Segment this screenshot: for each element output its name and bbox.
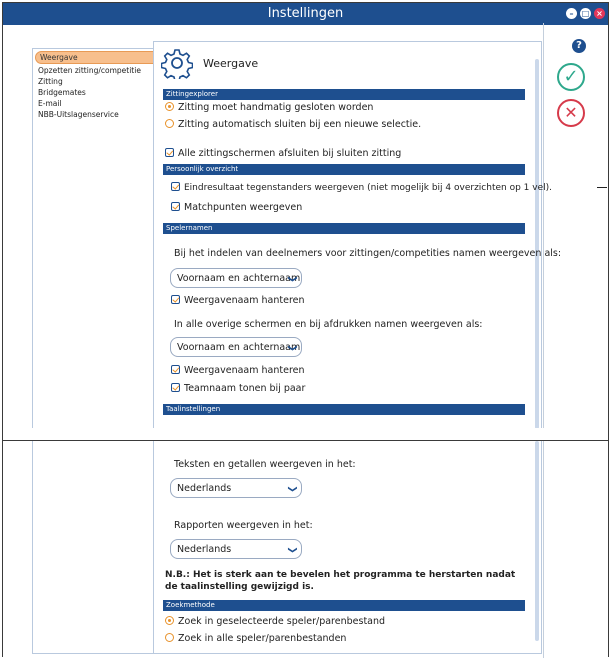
section-header-zoekmethode: Zoekmethode bbox=[163, 600, 525, 611]
checkbox-label: Teamnaam tonen bij paar bbox=[184, 383, 306, 394]
edge-line bbox=[597, 187, 607, 188]
section-header-spelernamen: Spelernamen bbox=[163, 223, 525, 234]
maximize-icon[interactable]: □ bbox=[580, 8, 591, 19]
checkbox-label: Matchpunten weergeven bbox=[184, 202, 303, 213]
radio-zitting-handmatig[interactable]: Zitting moet handmatig gesloten worden bbox=[165, 102, 373, 114]
radio-label: Zoek in alle speler/parenbestanden bbox=[178, 633, 347, 644]
checkbox-checked-icon bbox=[165, 148, 174, 157]
radio-selected-icon bbox=[165, 616, 174, 625]
teksten-label: Teksten en getallen weergeven in het: bbox=[174, 459, 356, 470]
sidebar-item-weergave[interactable]: Weergave bbox=[35, 51, 167, 64]
sidebar-item-nbb[interactable]: NBB-Uitslagenservice bbox=[33, 109, 169, 120]
section-header-taal: Taalinstellingen bbox=[163, 404, 525, 415]
radio-empty-icon bbox=[165, 633, 174, 642]
checkbox-alle-zittingschermen[interactable]: Alle zittingschermen afsluiten bij sluit… bbox=[165, 148, 401, 160]
sidebar-item-bridgemates[interactable]: Bridgemates bbox=[33, 87, 169, 98]
settings-sidebar: Weergave Opzetten zitting/competitie Zit… bbox=[32, 48, 170, 428]
select-naam-indelen[interactable]: Voornaam en achternaam ❯ bbox=[170, 268, 302, 288]
checkbox-eindresultaat[interactable]: Eindresultaat tegenstanders weergeven (n… bbox=[171, 182, 552, 194]
content-scrollbar-continued[interactable] bbox=[535, 441, 539, 641]
checkbox-matchpunten[interactable]: Matchpunten weergeven bbox=[171, 202, 302, 214]
select-naam-overige[interactable]: Voornaam en achternaam ❯ bbox=[170, 337, 302, 357]
radio-selected-icon bbox=[165, 102, 174, 111]
rapporten-label: Rapporten weergeven in het: bbox=[174, 520, 313, 531]
screenshot-gap bbox=[3, 428, 608, 440]
checkbox-label: Alle zittingschermen afsluiten bij sluit… bbox=[178, 148, 402, 159]
chevron-down-icon: ❯ bbox=[287, 546, 298, 554]
ok-button[interactable]: ✓ bbox=[557, 63, 585, 91]
section-header-zittingexplorer: Zittingexplorer bbox=[163, 89, 525, 100]
cancel-button[interactable]: ✕ bbox=[557, 99, 585, 127]
sidebar-item-opzetten[interactable]: Opzetten zitting/competitie bbox=[33, 65, 169, 76]
checkbox-label: Weergavenaam hanteren bbox=[184, 295, 305, 306]
select-taal-rapporten[interactable]: Nederlands ❯ bbox=[170, 539, 302, 559]
section-header-persoonlijk: Persoonlijk overzicht bbox=[163, 164, 525, 175]
checkbox-checked-icon bbox=[171, 182, 180, 191]
radio-zitting-automatisch[interactable]: Zitting automatisch sluiten bij een nieu… bbox=[165, 119, 421, 131]
title-bar: Instellingen – □ × bbox=[3, 3, 608, 25]
restart-note: N.B.: Het is sterk aan te bevelen het pr… bbox=[165, 570, 516, 592]
spelernamen-intro-2: In alle overige schermen en bij afdrukke… bbox=[174, 319, 483, 330]
select-value: Nederlands bbox=[177, 483, 232, 494]
checkbox-checked-icon bbox=[171, 295, 180, 304]
settings-sidebar-continued bbox=[32, 441, 170, 654]
content-scrollbar[interactable] bbox=[535, 59, 539, 428]
radio-label: Zitting automatisch sluiten bij een nieu… bbox=[178, 119, 422, 130]
chevron-down-icon: ❯ bbox=[287, 275, 298, 283]
radio-label: Zoek in geselecteerde speler/parenbestan… bbox=[178, 616, 386, 627]
checkbox-weergavenaam-2[interactable]: Weergavenaam hanteren bbox=[171, 365, 305, 377]
spelernamen-intro-1: Bij het indelen van deelnemers voor zitt… bbox=[174, 248, 562, 259]
chevron-down-icon: ❯ bbox=[287, 485, 298, 493]
checkbox-label: Weergavenaam hanteren bbox=[184, 365, 305, 376]
chevron-down-icon: ❯ bbox=[287, 344, 298, 352]
sidebar-item-email[interactable]: E-mail bbox=[33, 98, 169, 109]
checkbox-weergavenaam-1[interactable]: Weergavenaam hanteren bbox=[171, 295, 305, 307]
window-bottom-part: Teksten en getallen weergeven in het: Ne… bbox=[3, 440, 608, 658]
select-value: Nederlands bbox=[177, 544, 232, 555]
window-title: Instellingen bbox=[267, 6, 344, 21]
radio-zoek-geselecteerd[interactable]: Zoek in geselecteerde speler/parenbestan… bbox=[165, 616, 385, 628]
checkbox-checked-icon bbox=[171, 383, 180, 392]
sidebar-item-zitting[interactable]: Zitting bbox=[33, 76, 169, 87]
select-taal-teksten[interactable]: Nederlands ❯ bbox=[170, 478, 302, 498]
gear-icon bbox=[161, 49, 193, 79]
help-icon[interactable]: ? bbox=[572, 39, 586, 53]
radio-empty-icon bbox=[165, 119, 174, 128]
page-title: Weergave bbox=[203, 57, 259, 70]
settings-window: Instellingen – □ × Weergave Opzetten zit… bbox=[2, 2, 609, 658]
right-panel-divider-continued bbox=[543, 441, 544, 658]
checkbox-checked-icon bbox=[171, 202, 180, 211]
radio-label: Zitting moet handmatig gesloten worden bbox=[178, 102, 374, 113]
checkbox-teamnaam[interactable]: Teamnaam tonen bij paar bbox=[171, 383, 305, 395]
window-top-part: Instellingen – □ × Weergave Opzetten zit… bbox=[3, 3, 608, 428]
minimize-icon[interactable]: – bbox=[566, 8, 577, 19]
radio-zoek-alle[interactable]: Zoek in alle speler/parenbestanden bbox=[165, 633, 346, 645]
checkbox-label: Eindresultaat tegenstanders weergeven (n… bbox=[184, 183, 552, 193]
right-panel-divider bbox=[543, 23, 544, 428]
close-icon[interactable]: × bbox=[594, 8, 605, 19]
checkbox-checked-icon bbox=[171, 365, 180, 374]
